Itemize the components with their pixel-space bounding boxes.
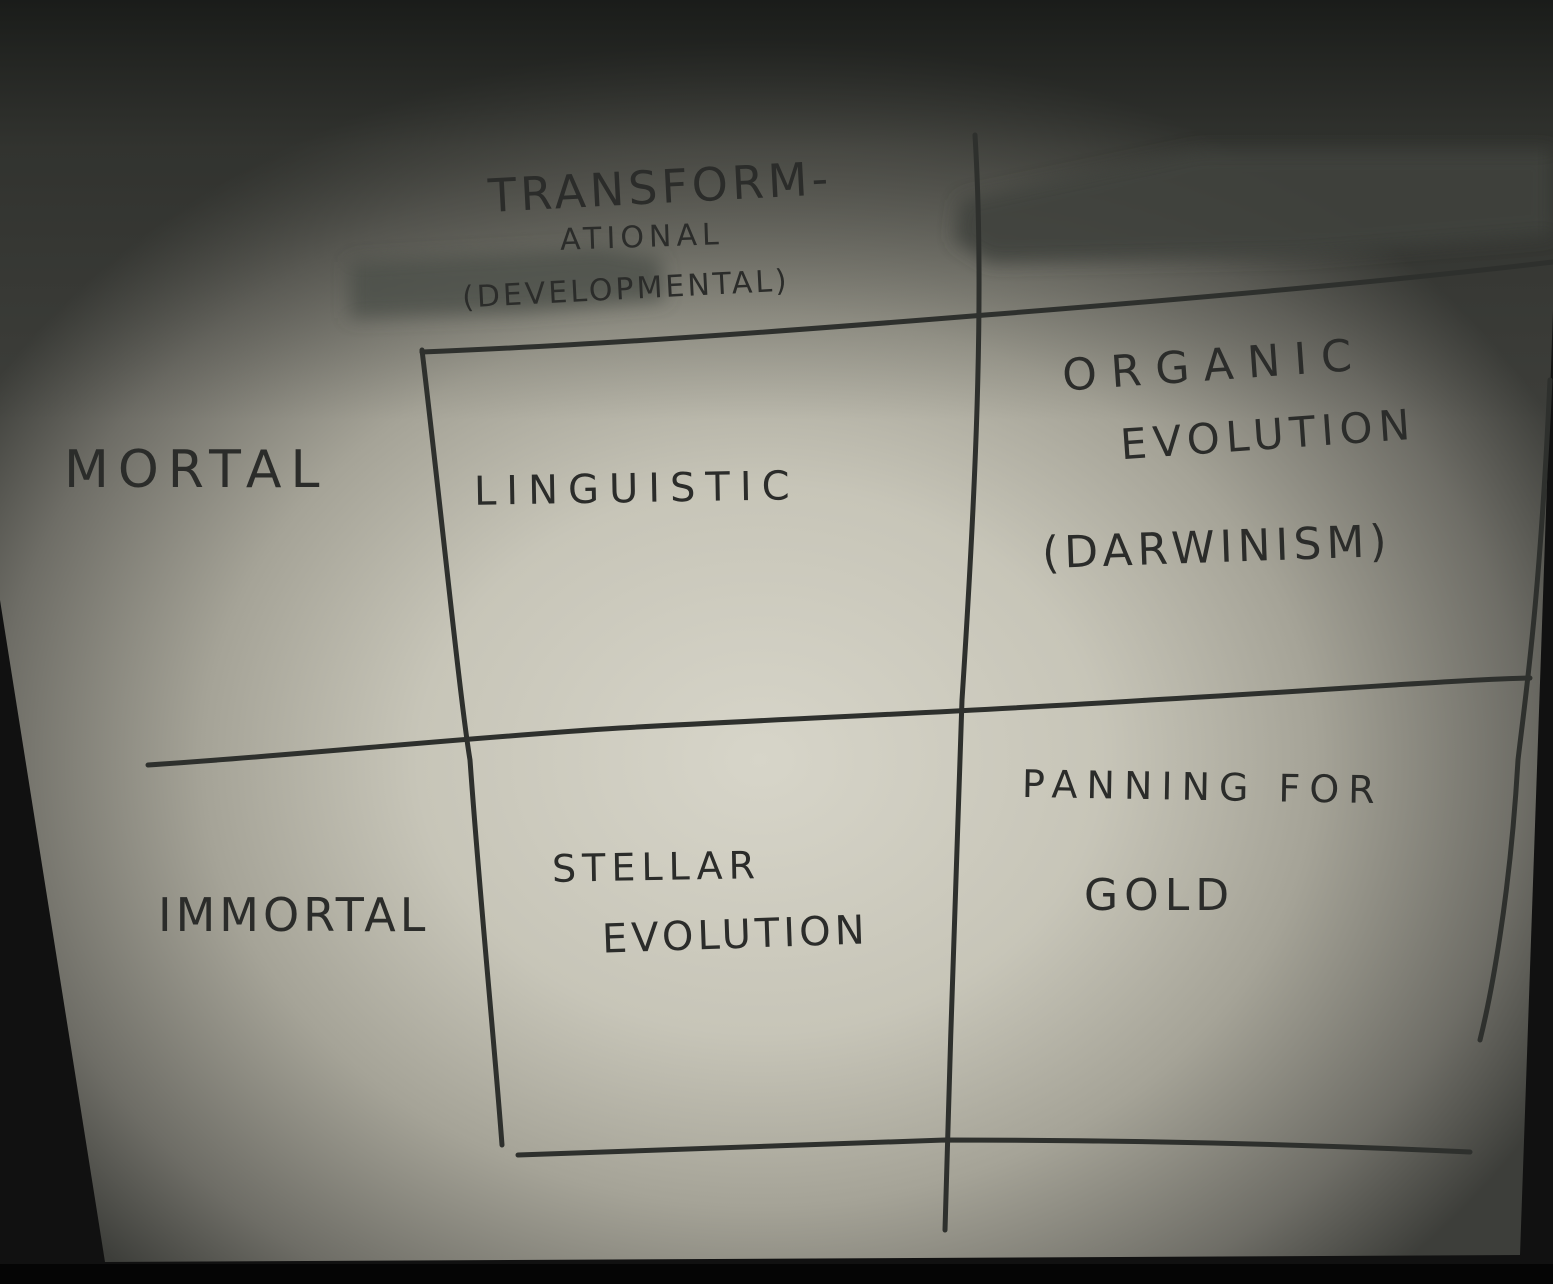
video-frame: TRANSFORM- ATIONAL (DEVELOPMENTAL) MORTA…: [0, 0, 1553, 1284]
row-label-mortal: MORTAL: [64, 440, 329, 500]
grid-line-vertical-center: [942, 132, 982, 1233]
scribble-smudge-right: [955, 150, 1553, 262]
letterbox-bar: [0, 1264, 1553, 1284]
cell-panning-for: PANNING FOR: [1021, 761, 1385, 813]
cell-stellar: STELLAR: [551, 843, 762, 891]
grid-line-horizontal-middle: [145, 675, 1533, 768]
grid-line-horizontal-bottom: [515, 1137, 1473, 1158]
cell-evolution-stellar: EVOLUTION: [601, 907, 870, 963]
cell-linguistic: LINGUISTIC: [473, 463, 801, 515]
grid-line-vertical-right: [1477, 377, 1553, 1043]
header-col1-line2: ATIONAL: [559, 217, 725, 258]
row-label-immortal: IMMORTAL: [158, 888, 430, 942]
cell-gold: GOLD: [1084, 870, 1236, 921]
